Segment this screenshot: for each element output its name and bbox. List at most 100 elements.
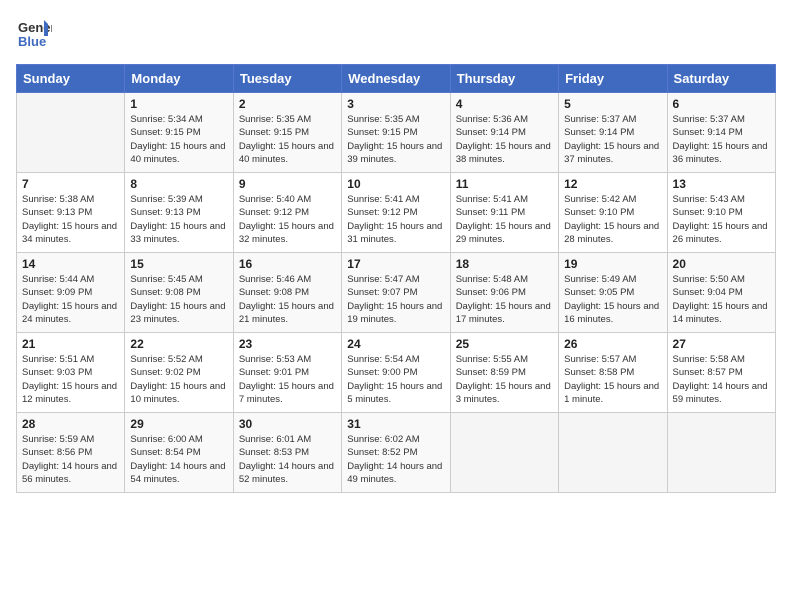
calendar-cell: 26 Sunrise: 5:57 AMSunset: 8:58 PMDayligh… xyxy=(559,333,667,413)
day-info: Sunrise: 5:52 AMSunset: 9:02 PMDaylight:… xyxy=(130,353,227,406)
calendar-cell xyxy=(450,413,558,493)
day-info: Sunrise: 5:37 AMSunset: 9:14 PMDaylight:… xyxy=(673,113,770,166)
day-number: 7 xyxy=(22,177,119,191)
calendar-cell: 31 Sunrise: 6:02 AMSunset: 8:52 PMDayligh… xyxy=(342,413,450,493)
day-info: Sunrise: 5:39 AMSunset: 9:13 PMDaylight:… xyxy=(130,193,227,246)
day-info: Sunrise: 5:47 AMSunset: 9:07 PMDaylight:… xyxy=(347,273,444,326)
weekday-row: SundayMondayTuesdayWednesdayThursdayFrid… xyxy=(17,65,776,93)
calendar-cell: 14Sunrise: 5:44 AMSunset: 9:09 PMDayligh… xyxy=(17,253,125,333)
day-number: 31 xyxy=(347,417,444,431)
day-info: Sunrise: 6:02 AMSunset: 8:52 PMDaylight:… xyxy=(347,433,444,486)
day-info: Sunrise: 5:45 AMSunset: 9:08 PMDaylight:… xyxy=(130,273,227,326)
calendar-cell: 2 Sunrise: 5:35 AMSunset: 9:15 PMDaylight… xyxy=(233,93,341,173)
calendar-cell: 3Sunrise: 5:35 AMSunset: 9:15 PMDaylight… xyxy=(342,93,450,173)
calendar-week-2: 7 Sunrise: 5:38 AMSunset: 9:13 PMDaylight… xyxy=(17,173,776,253)
day-info: Sunrise: 6:00 AMSunset: 8:54 PMDaylight:… xyxy=(130,433,227,486)
day-info: Sunrise: 5:49 AMSunset: 9:05 PMDaylight:… xyxy=(564,273,661,326)
day-info: Sunrise: 5:34 AMSunset: 9:15 PMDaylight:… xyxy=(130,113,227,166)
logo-icon: General Blue xyxy=(16,16,52,52)
day-number: 18 xyxy=(456,257,553,271)
calendar-week-4: 21 Sunrise: 5:51 AMSunset: 9:03 PMDayligh… xyxy=(17,333,776,413)
calendar-cell: 25 Sunrise: 5:55 AMSunset: 8:59 PMDayligh… xyxy=(450,333,558,413)
calendar-cell: 4 Sunrise: 5:36 AMSunset: 9:14 PMDaylight… xyxy=(450,93,558,173)
day-number: 23 xyxy=(239,337,336,351)
calendar-cell: 28Sunrise: 5:59 AMSunset: 8:56 PMDayligh… xyxy=(17,413,125,493)
calendar-week-3: 14Sunrise: 5:44 AMSunset: 9:09 PMDayligh… xyxy=(17,253,776,333)
day-info: Sunrise: 5:40 AMSunset: 9:12 PMDaylight:… xyxy=(239,193,336,246)
calendar-cell: 11 Sunrise: 5:41 AMSunset: 9:11 PMDayligh… xyxy=(450,173,558,253)
day-info: Sunrise: 6:01 AMSunset: 8:53 PMDaylight:… xyxy=(239,433,336,486)
day-info: Sunrise: 5:55 AMSunset: 8:59 PMDaylight:… xyxy=(456,353,553,406)
calendar-cell: 23Sunrise: 5:53 AMSunset: 9:01 PMDayligh… xyxy=(233,333,341,413)
day-number: 10 xyxy=(347,177,444,191)
calendar-week-1: 1 Sunrise: 5:34 AMSunset: 9:15 PMDaylight… xyxy=(17,93,776,173)
weekday-header-saturday: Saturday xyxy=(667,65,775,93)
calendar-cell: 29 Sunrise: 6:00 AMSunset: 8:54 PMDayligh… xyxy=(125,413,233,493)
day-number: 21 xyxy=(22,337,119,351)
day-number: 28 xyxy=(22,417,119,431)
day-info: Sunrise: 5:36 AMSunset: 9:14 PMDaylight:… xyxy=(456,113,553,166)
calendar-cell: 17 Sunrise: 5:47 AMSunset: 9:07 PMDayligh… xyxy=(342,253,450,333)
day-number: 16 xyxy=(239,257,336,271)
day-info: Sunrise: 5:46 AMSunset: 9:08 PMDaylight:… xyxy=(239,273,336,326)
logo: General Blue xyxy=(16,16,52,52)
day-number: 20 xyxy=(673,257,770,271)
page-header: General Blue xyxy=(16,16,776,52)
calendar-body: 1 Sunrise: 5:34 AMSunset: 9:15 PMDaylight… xyxy=(17,93,776,493)
day-info: Sunrise: 5:38 AMSunset: 9:13 PMDaylight:… xyxy=(22,193,119,246)
weekday-header-monday: Monday xyxy=(125,65,233,93)
day-number: 2 xyxy=(239,97,336,111)
calendar-cell: 13 Sunrise: 5:43 AMSunset: 9:10 PMDayligh… xyxy=(667,173,775,253)
day-info: Sunrise: 5:58 AMSunset: 8:57 PMDaylight:… xyxy=(673,353,770,406)
calendar-cell: 5 Sunrise: 5:37 AMSunset: 9:14 PMDaylight… xyxy=(559,93,667,173)
day-number: 14 xyxy=(22,257,119,271)
day-number: 24 xyxy=(347,337,444,351)
calendar-cell: 9Sunrise: 5:40 AMSunset: 9:12 PMDaylight… xyxy=(233,173,341,253)
day-number: 11 xyxy=(456,177,553,191)
calendar-cell: 21 Sunrise: 5:51 AMSunset: 9:03 PMDayligh… xyxy=(17,333,125,413)
weekday-header-wednesday: Wednesday xyxy=(342,65,450,93)
day-number: 29 xyxy=(130,417,227,431)
day-number: 22 xyxy=(130,337,227,351)
calendar-cell: 22 Sunrise: 5:52 AMSunset: 9:02 PMDayligh… xyxy=(125,333,233,413)
weekday-header-tuesday: Tuesday xyxy=(233,65,341,93)
calendar-cell: 18 Sunrise: 5:48 AMSunset: 9:06 PMDayligh… xyxy=(450,253,558,333)
day-info: Sunrise: 5:54 AMSunset: 9:00 PMDaylight:… xyxy=(347,353,444,406)
day-number: 12 xyxy=(564,177,661,191)
calendar-cell xyxy=(559,413,667,493)
day-number: 5 xyxy=(564,97,661,111)
day-number: 27 xyxy=(673,337,770,351)
calendar-cell: 16 Sunrise: 5:46 AMSunset: 9:08 PMDayligh… xyxy=(233,253,341,333)
day-number: 25 xyxy=(456,337,553,351)
calendar-cell: 12 Sunrise: 5:42 AMSunset: 9:10 PMDayligh… xyxy=(559,173,667,253)
calendar-cell: 10 Sunrise: 5:41 AMSunset: 9:12 PMDayligh… xyxy=(342,173,450,253)
day-info: Sunrise: 5:42 AMSunset: 9:10 PMDaylight:… xyxy=(564,193,661,246)
day-info: Sunrise: 5:57 AMSunset: 8:58 PMDaylight:… xyxy=(564,353,661,406)
day-number: 17 xyxy=(347,257,444,271)
day-info: Sunrise: 5:35 AMSunset: 9:15 PMDaylight:… xyxy=(239,113,336,166)
day-info: Sunrise: 5:41 AMSunset: 9:11 PMDaylight:… xyxy=(456,193,553,246)
day-number: 1 xyxy=(130,97,227,111)
day-number: 4 xyxy=(456,97,553,111)
day-number: 8 xyxy=(130,177,227,191)
calendar-cell: 6Sunrise: 5:37 AMSunset: 9:14 PMDaylight… xyxy=(667,93,775,173)
day-info: Sunrise: 5:48 AMSunset: 9:06 PMDaylight:… xyxy=(456,273,553,326)
day-number: 15 xyxy=(130,257,227,271)
calendar-week-5: 28Sunrise: 5:59 AMSunset: 8:56 PMDayligh… xyxy=(17,413,776,493)
day-info: Sunrise: 5:43 AMSunset: 9:10 PMDaylight:… xyxy=(673,193,770,246)
day-number: 30 xyxy=(239,417,336,431)
day-info: Sunrise: 5:41 AMSunset: 9:12 PMDaylight:… xyxy=(347,193,444,246)
calendar-cell: 30 Sunrise: 6:01 AMSunset: 8:53 PMDayligh… xyxy=(233,413,341,493)
calendar-cell: 8 Sunrise: 5:39 AMSunset: 9:13 PMDaylight… xyxy=(125,173,233,253)
day-info: Sunrise: 5:37 AMSunset: 9:14 PMDaylight:… xyxy=(564,113,661,166)
calendar-cell xyxy=(17,93,125,173)
day-number: 13 xyxy=(673,177,770,191)
svg-text:Blue: Blue xyxy=(18,34,46,49)
calendar-header: SundayMondayTuesdayWednesdayThursdayFrid… xyxy=(17,65,776,93)
calendar-cell: 7 Sunrise: 5:38 AMSunset: 9:13 PMDaylight… xyxy=(17,173,125,253)
day-info: Sunrise: 5:51 AMSunset: 9:03 PMDaylight:… xyxy=(22,353,119,406)
calendar-cell: 19 Sunrise: 5:49 AMSunset: 9:05 PMDayligh… xyxy=(559,253,667,333)
day-number: 19 xyxy=(564,257,661,271)
day-number: 26 xyxy=(564,337,661,351)
day-info: Sunrise: 5:50 AMSunset: 9:04 PMDaylight:… xyxy=(673,273,770,326)
